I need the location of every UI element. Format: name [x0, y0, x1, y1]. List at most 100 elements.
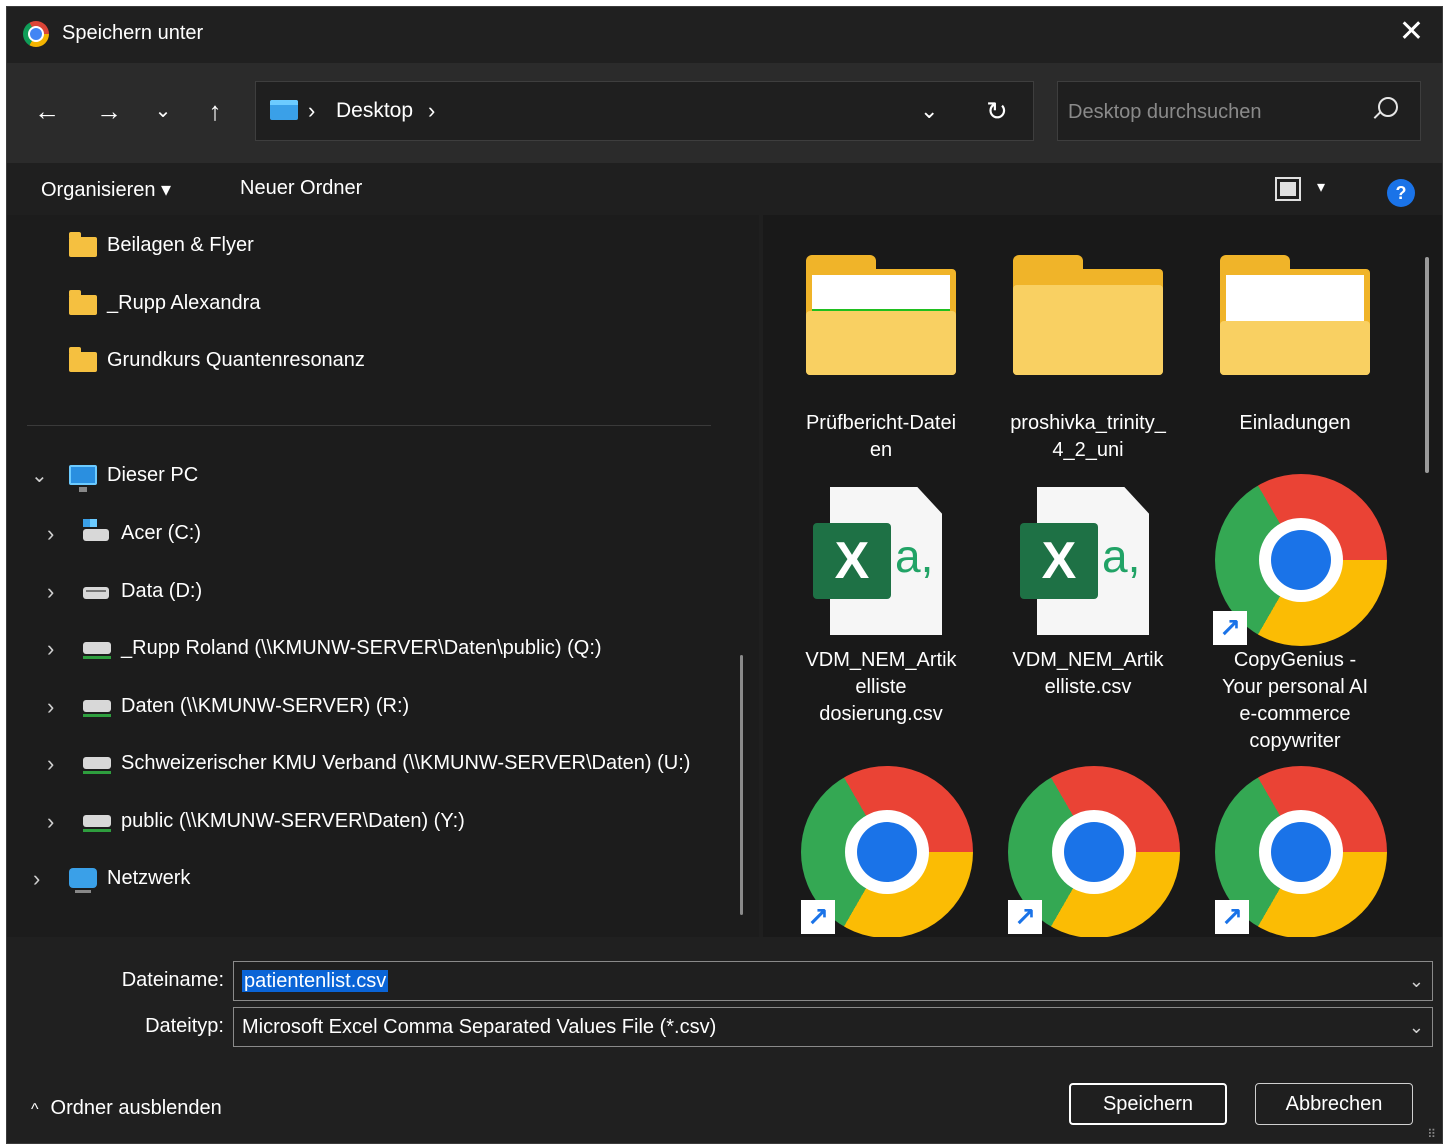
tree-item-network-drive[interactable]: Schweizerischer KMU Verband (\\KMUNW-SER… [83, 743, 690, 783]
chevron-right-icon[interactable]: › [47, 751, 54, 777]
save-button[interactable]: Speichern [1069, 1083, 1227, 1125]
file-list: Prüfbericht-Datei en proshivka_trinity_ … [763, 215, 1442, 937]
tree-item-drive[interactable]: Acer (C:) [83, 513, 201, 553]
file-item[interactable]: X a, VDM_NEM_Artik elliste.csv [990, 477, 1186, 737]
tree-item-label: Dieser PC [107, 464, 199, 486]
view-icon[interactable] [1275, 177, 1301, 201]
chevron-down-icon[interactable]: ⌄ [1409, 1008, 1424, 1046]
hide-folders-button[interactable]: ^ Ordner ausblenden [31, 1097, 222, 1120]
breadcrumb-separator[interactable]: › [308, 98, 315, 124]
file-item[interactable]: ↗ [1197, 760, 1393, 937]
network-drive-icon [83, 815, 111, 832]
folder-icon [69, 232, 97, 257]
organize-button[interactable]: Organisieren ▾ [41, 177, 171, 202]
tree-folder-item[interactable]: Grundkurs Quantenresonanz [69, 340, 365, 380]
refresh-button[interactable]: ↻ [986, 96, 1008, 127]
excel-a-glyph: a, [895, 530, 934, 582]
network-icon [69, 868, 97, 893]
breadcrumb-desktop[interactable]: Desktop [336, 99, 413, 123]
chevron-right-icon[interactable]: › [47, 809, 54, 835]
file-name: e-commerce [1239, 703, 1351, 725]
view-dropdown-button[interactable]: ▾ [1317, 177, 1325, 197]
excel-x-glyph: X [813, 523, 891, 599]
file-name: 4_2_uni [1052, 439, 1124, 461]
excel-x-glyph: X [1020, 523, 1098, 599]
tree-item-label: _Rupp Alexandra [107, 292, 261, 314]
breadcrumb-separator[interactable]: › [428, 98, 435, 124]
back-button[interactable]: ← [29, 93, 65, 129]
hide-folders-label: Ordner ausblenden [50, 1097, 222, 1119]
tree-item-network[interactable]: Netzwerk [69, 858, 190, 898]
tree-item-drive[interactable]: Data (D:) [83, 571, 202, 611]
chevron-right-icon[interactable]: › [47, 521, 54, 547]
tree-item-label: Grundkurs Quantenresonanz [107, 349, 365, 371]
filetype-value: Microsoft Excel Comma Separated Values F… [242, 1016, 717, 1038]
excel-a-glyph: a, [1102, 530, 1141, 582]
save-as-dialog: Speichern unter ✕ ← → ⌄ ↑ › Desktop › ⌄ … [6, 6, 1443, 1144]
up-button[interactable]: ↑ [197, 93, 233, 129]
file-name: VDM_NEM_Artik [1012, 649, 1164, 671]
filename-field[interactable]: patientenlist.csv ⌄ [233, 961, 1433, 1001]
tree-item-network-drive[interactable]: public (\\KMUNW-SERVER\Daten) (Y:) [83, 801, 465, 841]
file-name: elliste [855, 676, 907, 698]
file-name: proshivka_trinity_ [1010, 412, 1166, 434]
file-name: copywriter [1249, 730, 1341, 752]
address-dropdown-button[interactable]: ⌄ [920, 98, 938, 124]
search-input[interactable] [1066, 94, 1360, 130]
tree-item-label: Beilagen & Flyer [107, 234, 254, 256]
shortcut-arrow-icon: ↗ [801, 900, 835, 934]
file-item[interactable]: proshivka_trinity_ 4_2_uni [990, 245, 1186, 465]
folder-icon [69, 347, 97, 372]
drive-icon [83, 587, 109, 599]
tree-item-this-pc[interactable]: Dieser PC [69, 455, 198, 495]
tree-item-label: _Rupp Roland (\\KMUNW-SERVER\Daten\publi… [121, 637, 602, 659]
cancel-button[interactable]: Abbrechen [1255, 1083, 1413, 1125]
chevron-right-icon[interactable]: › [47, 636, 54, 662]
filename-value[interactable]: patientenlist.csv [242, 970, 389, 992]
file-name: dosierung.csv [819, 703, 943, 725]
tree-item-network-drive[interactable]: _Rupp Roland (\\KMUNW-SERVER\Daten\publi… [83, 628, 602, 668]
forward-button[interactable]: → [91, 93, 127, 129]
chevron-right-icon[interactable]: › [47, 579, 54, 605]
new-folder-button[interactable]: Neuer Ordner [240, 177, 362, 200]
tree-item-label: Daten (\\KMUNW-SERVER) (R:) [121, 695, 410, 717]
navigation-pane: Beilagen & Flyer _Rupp Alexandra Grundku… [7, 215, 759, 937]
file-item[interactable]: ↗ CopyGenius - Your personal AI e-commer… [1197, 474, 1393, 767]
folder-icon [806, 255, 956, 375]
file-item[interactable]: Einladungen [1197, 245, 1393, 465]
file-item[interactable]: ↗ [990, 760, 1186, 937]
filetype-label: Dateityp: [145, 1015, 224, 1037]
file-item[interactable]: X a, VDM_NEM_Artik elliste dosierung.csv [783, 477, 979, 737]
address-bar[interactable]: › Desktop › ⌄ ↻ [255, 81, 1034, 141]
chevron-right-icon[interactable]: › [33, 866, 40, 892]
folder-icon [1013, 255, 1163, 375]
file-name: VDM_NEM_Artik [805, 649, 957, 671]
help-icon[interactable]: ? [1387, 179, 1415, 207]
chevron-down-icon[interactable]: ⌄ [1409, 962, 1424, 1000]
tree-item-network-drive[interactable]: Daten (\\KMUNW-SERVER) (R:) [83, 686, 409, 726]
recent-locations-button[interactable]: ⌄ [145, 93, 181, 129]
file-list-scrollbar[interactable] [1425, 257, 1429, 473]
system-drive-icon [83, 519, 109, 541]
chevron-down-icon[interactable]: ⌄ [31, 463, 48, 488]
file-name: Your personal AI [1221, 676, 1369, 698]
chrome-icon [23, 21, 49, 47]
filetype-select[interactable]: Microsoft Excel Comma Separated Values F… [233, 1007, 1433, 1047]
tree-folder-item[interactable]: Beilagen & Flyer [69, 225, 254, 265]
chevron-right-icon[interactable]: › [47, 694, 54, 720]
search-icon[interactable] [1378, 97, 1398, 117]
navigation-pane-scrollbar[interactable] [740, 655, 743, 915]
tree-folder-item[interactable]: _Rupp Alexandra [69, 283, 260, 323]
file-name: elliste.csv [1044, 676, 1132, 698]
resize-grip-icon[interactable]: ⠿ [1427, 1127, 1436, 1141]
search-box[interactable] [1057, 81, 1421, 141]
tree-item-label: Data (D:) [121, 580, 203, 602]
command-bar: Organisieren ▾ Neuer Ordner ▾ ? [7, 163, 1442, 215]
file-item[interactable]: Prüfbericht-Datei en [783, 245, 979, 465]
divider [27, 425, 711, 426]
file-item[interactable]: ↗ [783, 760, 979, 937]
close-button[interactable]: ✕ [1399, 17, 1424, 47]
tree-item-label: public (\\KMUNW-SERVER\Daten) (Y:) [121, 810, 465, 832]
file-name: Einladungen [1239, 412, 1351, 434]
tree-item-label: Schweizerischer KMU Verband (\\KMUNW-SER… [121, 752, 691, 774]
